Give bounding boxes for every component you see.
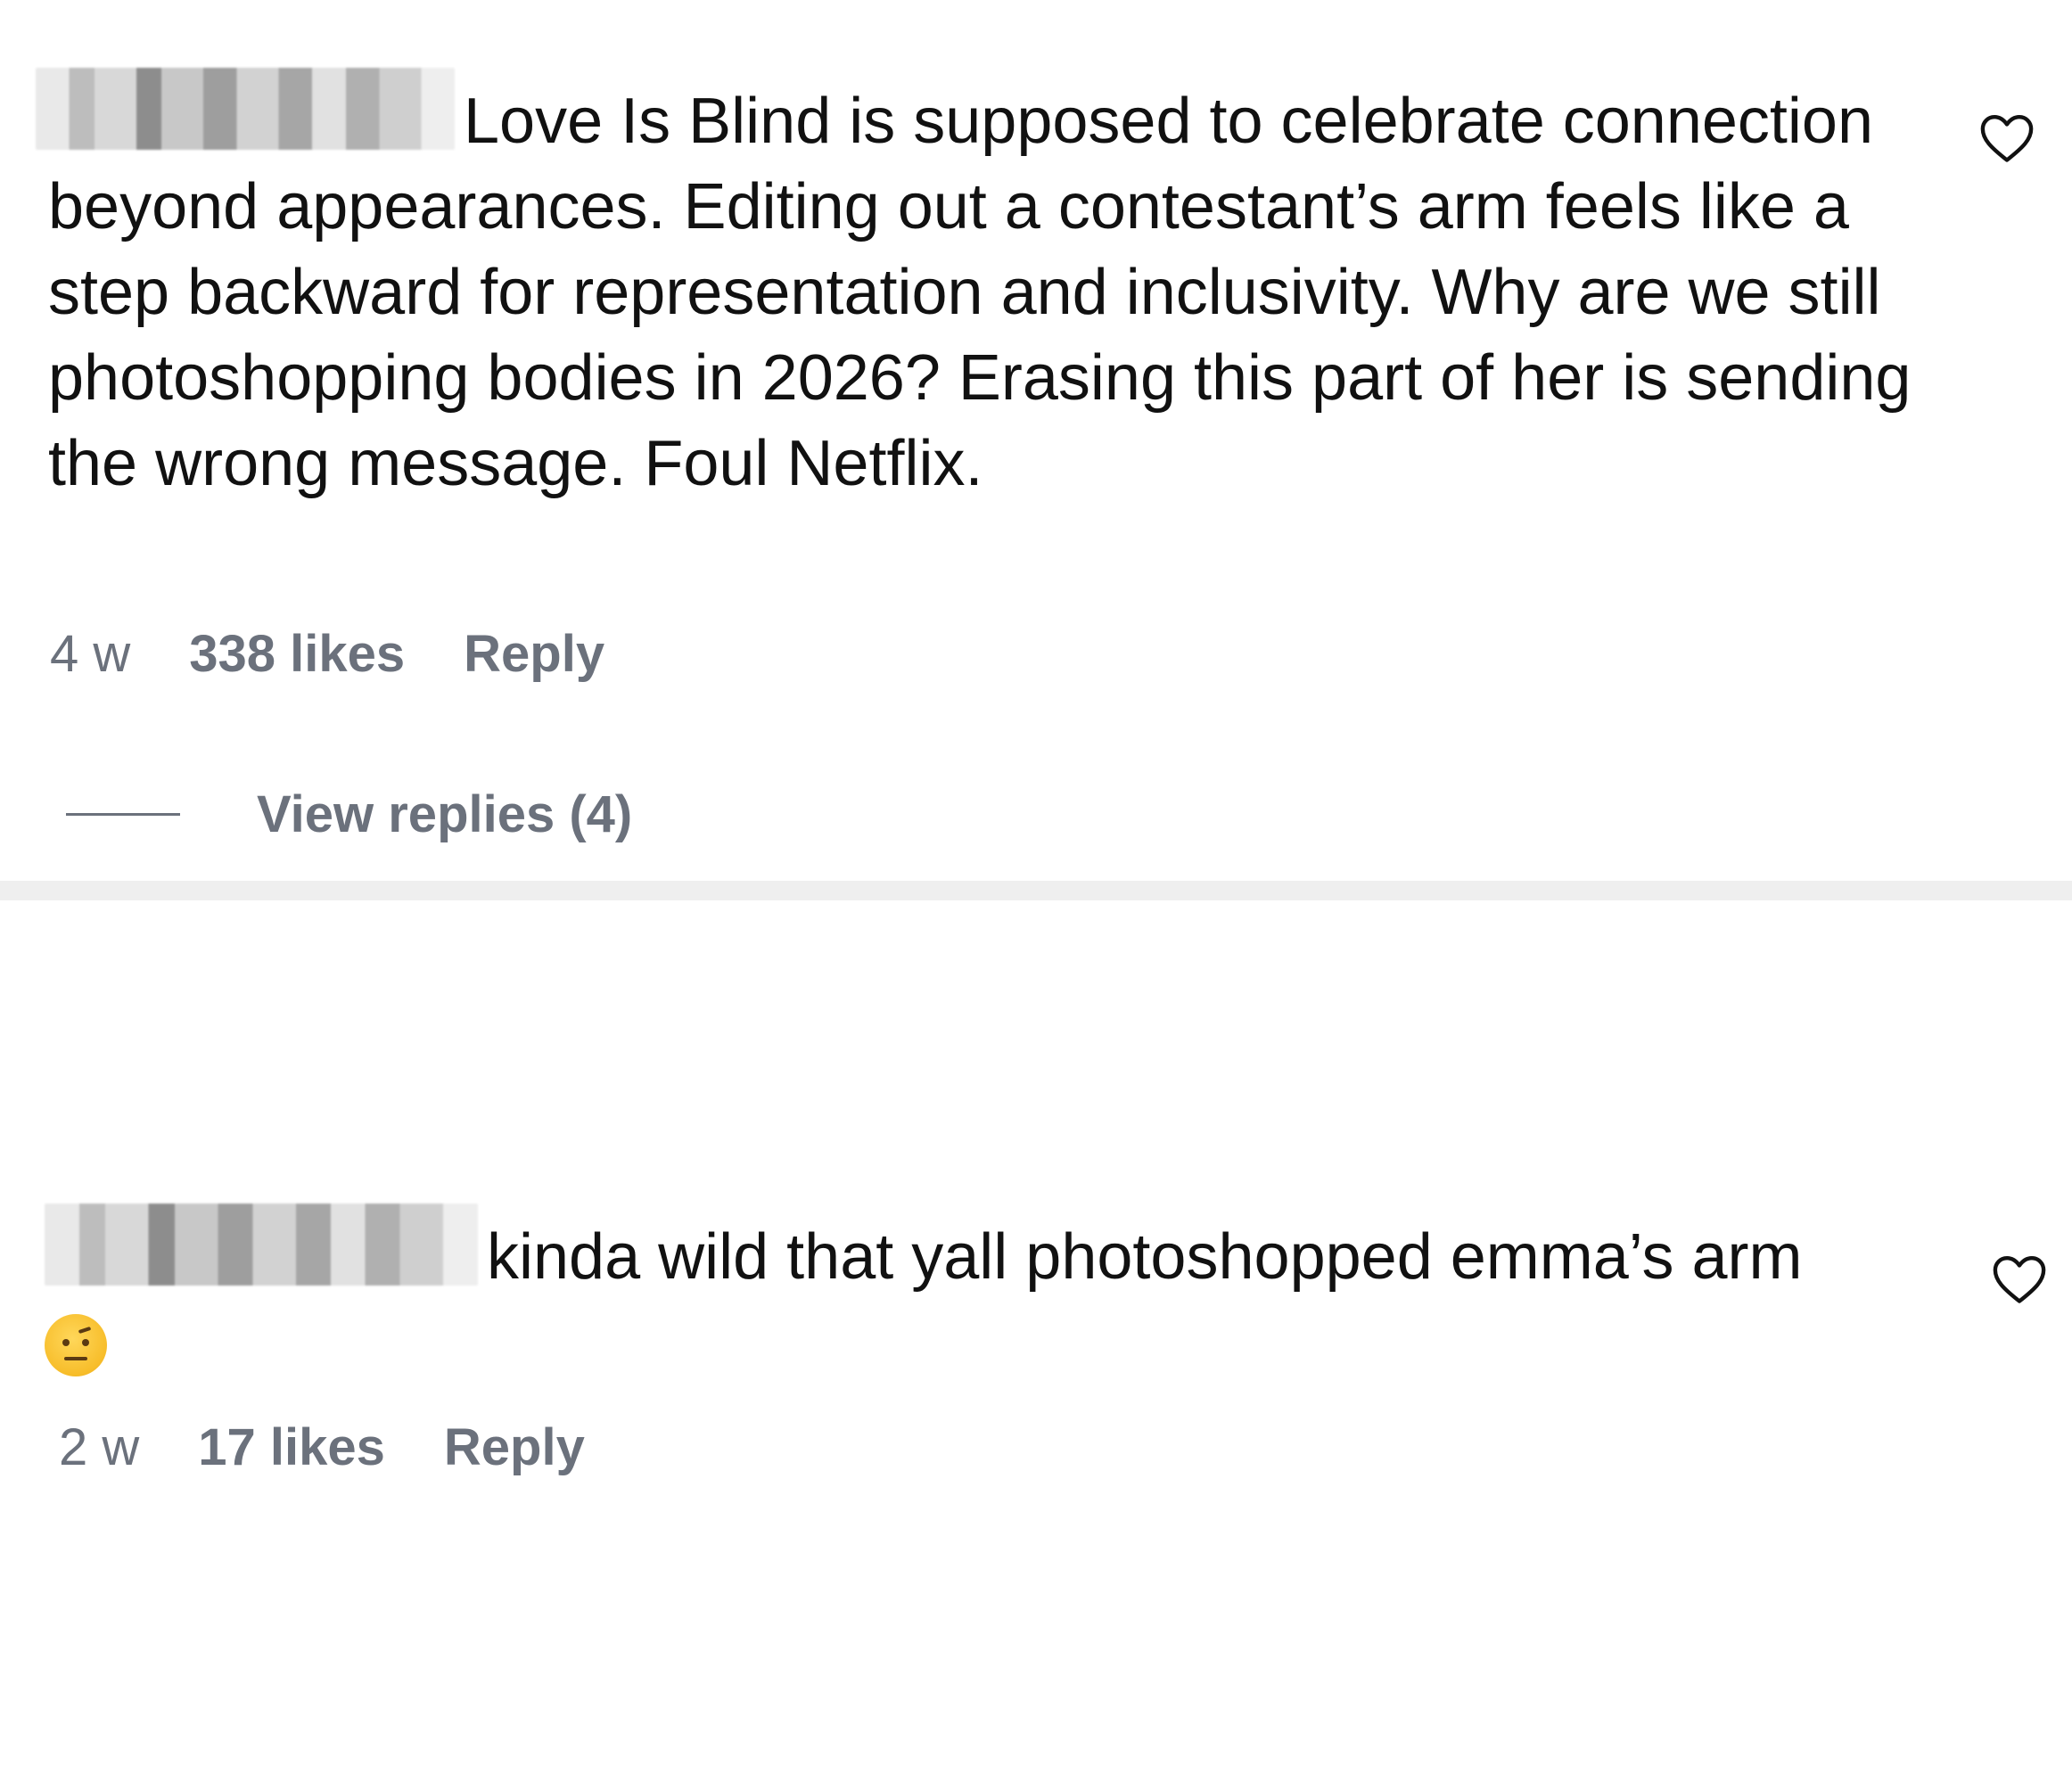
- comment-separator: [0, 881, 2072, 900]
- heart-icon[interactable]: [1979, 112, 2035, 164]
- comment-text-block: kinda wild that yall photoshopped emma’s…: [45, 1204, 1961, 1385]
- username-redacted[interactable]: [36, 68, 455, 150]
- reply-button[interactable]: Reply: [464, 624, 604, 684]
- comment-timestamp: 4 w: [50, 625, 131, 683]
- comment-meta: 4 w 338 likes Reply: [50, 624, 604, 684]
- likes-count[interactable]: 338 likes: [189, 624, 405, 684]
- username-redacted[interactable]: [45, 1204, 478, 1286]
- face-with-raised-eyebrow-emoji: [45, 1314, 107, 1376]
- comment-item: Love Is Blind is supposed to celebrate c…: [0, 0, 2072, 881]
- view-replies-label: View replies (4): [257, 785, 633, 843]
- comment-meta: 2 w 17 likes Reply: [59, 1417, 585, 1477]
- view-replies-button[interactable]: View replies (4): [66, 785, 632, 844]
- comment-text: kinda wild that yall photoshopped emma’s…: [487, 1221, 1803, 1293]
- comment-timestamp: 2 w: [59, 1418, 140, 1476]
- likes-count[interactable]: 17 likes: [198, 1417, 385, 1477]
- replies-divider-line: [66, 813, 180, 816]
- comment-text-block: Love Is Blind is supposed to celebrate c…: [36, 68, 1920, 506]
- reply-button[interactable]: Reply: [444, 1417, 585, 1477]
- comment-item: kinda wild that yall photoshopped emma’s…: [0, 900, 2072, 1783]
- heart-icon[interactable]: [1992, 1253, 2047, 1305]
